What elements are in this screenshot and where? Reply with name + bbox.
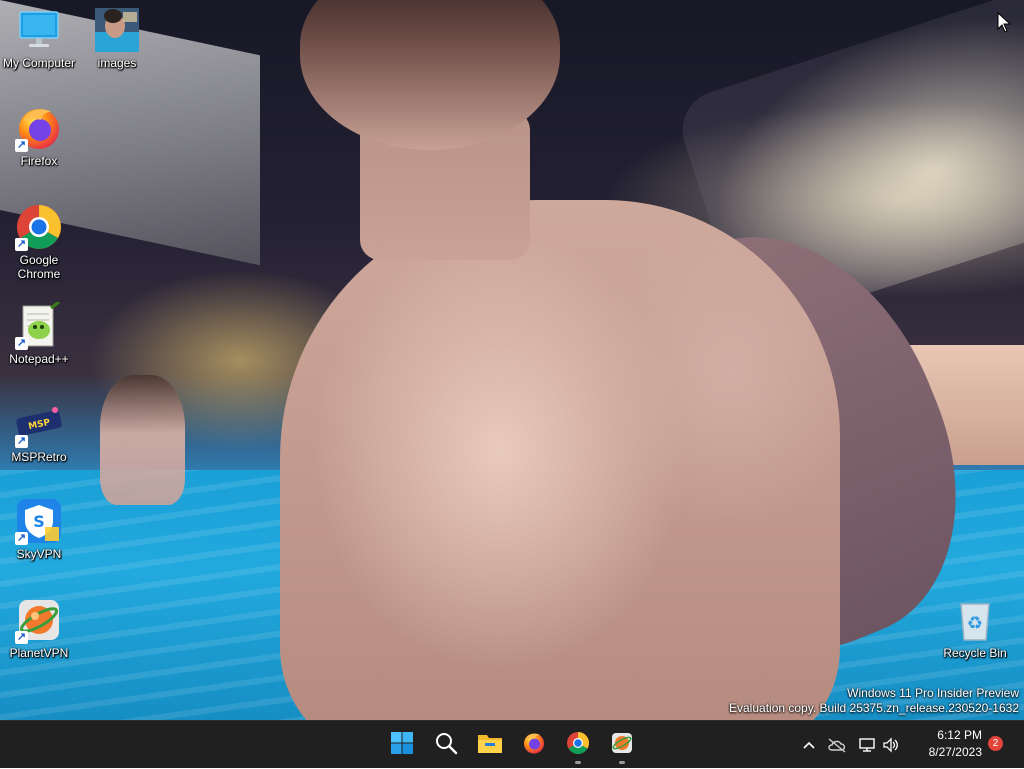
desktop-icon-label: MSPRetro [11, 450, 67, 464]
shortcut-arrow-icon: ↗ [15, 337, 28, 350]
firefox-icon [522, 731, 546, 760]
desktop-icon-label: SkyVPN [16, 547, 62, 561]
start-button[interactable] [382, 725, 422, 765]
desktop-icon-google-chrome[interactable]: ↗ Google Chrome [0, 203, 78, 281]
onedrive-offline-icon[interactable] [820, 737, 854, 753]
desktop-icon-mspretro[interactable]: MSP ↗ MSPRetro [0, 400, 78, 464]
desktop-icon-label: Notepad++ [9, 352, 69, 366]
image-thumbnail-icon [93, 6, 141, 54]
shortcut-arrow-icon: ↗ [15, 435, 28, 448]
system-tray [798, 721, 902, 769]
monitor-icon [15, 6, 63, 54]
clock-date: 8/27/2023 [928, 745, 982, 759]
shortcut-arrow-icon: ↗ [15, 532, 28, 545]
desktop-icon-my-computer[interactable]: My Computer [0, 6, 78, 70]
clock-time: 6:12 PM [937, 728, 982, 742]
desktop-icon-notepadpp[interactable]: ↗ Notepad++ [0, 300, 78, 366]
planetvpn-icon: ↗ [15, 596, 63, 644]
recycle-bin-icon: ♻ [951, 596, 999, 644]
taskbar-firefox[interactable] [514, 725, 554, 765]
search-button[interactable] [426, 725, 466, 765]
planetvpn-icon [610, 731, 634, 760]
running-indicator [619, 761, 625, 764]
desktop-icon-label: Firefox [20, 154, 58, 168]
desktop-icon-skyvpn[interactable]: S ↗ SkyVPN [0, 497, 78, 561]
desktop-icon-images[interactable]: images [78, 6, 156, 70]
desktop-icon-label: Google Chrome [17, 253, 61, 281]
notification-badge[interactable]: 2 [988, 736, 1003, 751]
file-explorer-icon [477, 731, 503, 760]
mouse-cursor-icon [997, 11, 1012, 39]
desktop-icon-label: PlanetVPN [9, 646, 69, 660]
wallpaper-background-person [100, 375, 185, 505]
wallpaper-figure-torso [280, 200, 840, 720]
volume-icon[interactable] [880, 737, 902, 753]
watermark-edition: Windows 11 Pro Insider Preview [847, 686, 1019, 700]
network-icon[interactable] [854, 737, 880, 753]
windows-evaluation-watermark: Windows 11 Pro Insider Preview Evaluatio… [729, 686, 1019, 716]
search-icon [434, 731, 458, 760]
desktop-wallpaper [0, 0, 1024, 720]
skyvpn-icon: S ↗ [15, 497, 63, 545]
desktop-icon-firefox[interactable]: ↗ Firefox [0, 104, 78, 168]
show-hidden-icons-chevron-icon[interactable] [798, 741, 820, 749]
svg-text:♻: ♻ [967, 613, 983, 634]
desktop-icon-recycle-bin[interactable]: ♻ Recycle Bin [936, 596, 1014, 660]
chrome-icon: ↗ [15, 203, 63, 251]
shortcut-arrow-icon: ↗ [15, 238, 28, 251]
firefox-icon: ↗ [15, 104, 63, 152]
notepadpp-icon: ↗ [15, 300, 63, 350]
taskbar: 6:12 PM 8/27/2023 [0, 720, 1024, 768]
chrome-icon [566, 731, 590, 760]
taskbar-clock[interactable]: 6:12 PM 8/27/2023 [918, 727, 982, 761]
svg-text:S: S [33, 512, 45, 531]
taskbar-file-explorer[interactable] [470, 725, 510, 765]
running-indicator [575, 761, 581, 764]
mspretro-icon: MSP ↗ [15, 400, 63, 448]
start-icon [390, 731, 414, 760]
watermark-build: Evaluation copy. Build 25375.zn_release.… [729, 701, 1019, 715]
taskbar-chrome[interactable] [558, 725, 598, 765]
shortcut-arrow-icon: ↗ [15, 631, 28, 644]
shortcut-arrow-icon: ↗ [15, 139, 28, 152]
desktop-icon-label: Recycle Bin [943, 646, 1007, 660]
desktop-icon-planetvpn[interactable]: ↗ PlanetVPN [0, 596, 78, 660]
desktop-icon-label: images [97, 56, 137, 70]
desktop-icon-label: My Computer [2, 56, 76, 70]
taskbar-planetvpn[interactable] [602, 725, 642, 765]
